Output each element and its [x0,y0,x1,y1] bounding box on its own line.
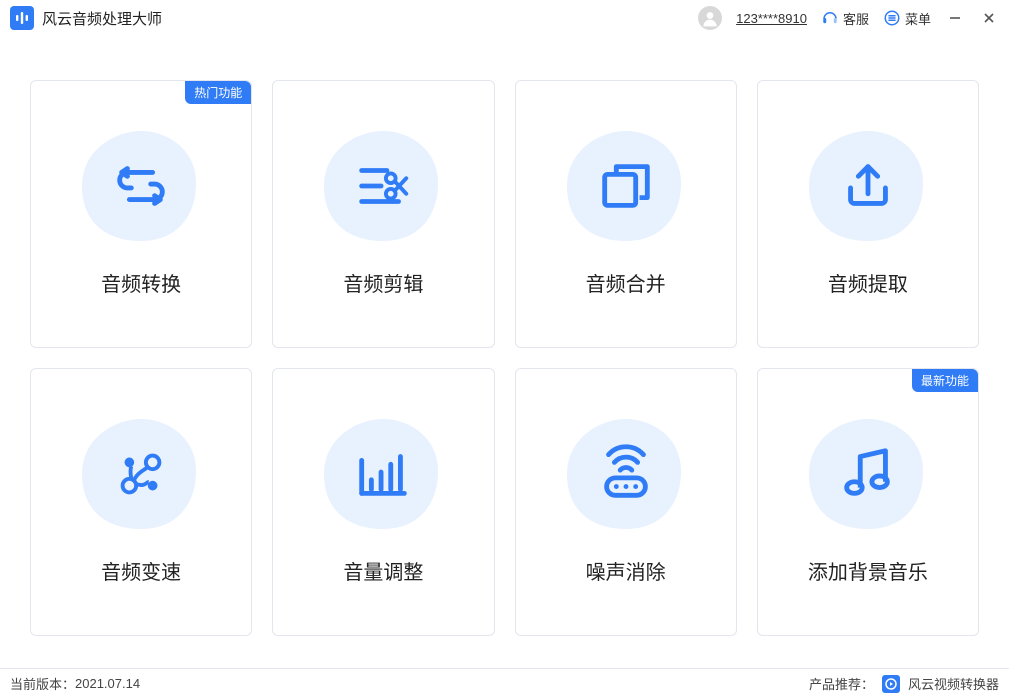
app-logo [10,6,34,30]
audio-bars-icon [14,10,30,26]
convert-icon [110,155,172,217]
card-blob [803,126,933,246]
menu-icon [883,9,901,27]
main-area: 热门功能 音频转换 [0,36,1009,656]
avatar-icon[interactable] [698,6,722,30]
card-noise-remove[interactable]: 噪声消除 [515,368,737,636]
music-icon [837,443,899,505]
feature-grid: 热门功能 音频转换 [30,80,979,636]
speed-icon [110,443,172,505]
card-label: 音频提取 [828,268,908,297]
footer: 当前版本： 2021.07.14 产品推荐： 风云视频转换器 [0,668,1009,698]
support-label: 客服 [843,9,869,28]
card-add-bgm[interactable]: 最新功能 添加背景音乐 [757,368,979,636]
card-blob [803,414,933,534]
headset-icon [821,9,839,27]
card-label: 噪声消除 [586,556,666,585]
card-audio-cut[interactable]: 音频剪辑 [272,80,494,348]
card-label: 音量调整 [343,556,423,585]
badge-hot: 热门功能 [185,81,251,104]
titlebar-right: 123****8910 客服 菜单 [698,6,999,30]
card-blob [76,126,206,246]
support-button[interactable]: 客服 [821,9,869,28]
card-audio-convert[interactable]: 热门功能 音频转换 [30,80,252,348]
close-button[interactable] [979,8,999,28]
card-volume-adjust[interactable]: 音量调整 [272,368,494,636]
extract-icon [837,155,899,217]
user-id-link[interactable]: 123****8910 [736,11,807,26]
cut-icon [352,155,414,217]
merge-icon [595,155,657,217]
card-label: 音频合并 [586,268,666,297]
card-blob [76,414,206,534]
promo-logo[interactable] [882,675,900,693]
card-blob [318,414,448,534]
version-prefix: 当前版本： [10,674,75,693]
card-label: 音频剪辑 [343,268,423,297]
card-blob [561,414,691,534]
promo-name[interactable]: 风云视频转换器 [908,674,999,693]
badge-new: 最新功能 [912,369,978,392]
video-convert-icon [885,678,897,690]
card-label: 添加背景音乐 [808,556,928,585]
card-audio-merge[interactable]: 音频合并 [515,80,737,348]
app-title: 风云音频处理大师 [42,8,162,29]
card-label: 音频转换 [101,268,181,297]
minimize-icon [948,11,962,25]
card-label: 音频变速 [101,556,181,585]
titlebar: 风云音频处理大师 123****8910 客服 菜单 [0,0,1009,36]
card-audio-extract[interactable]: 音频提取 [757,80,979,348]
card-blob [561,126,691,246]
menu-button[interactable]: 菜单 [883,9,931,28]
noise-icon [595,443,657,505]
card-blob [318,126,448,246]
volume-icon [352,443,414,505]
close-icon [982,11,996,25]
promo-prefix: 产品推荐： [809,674,874,693]
user-icon [700,8,720,28]
minimize-button[interactable] [945,8,965,28]
card-audio-speed[interactable]: 音频变速 [30,368,252,636]
menu-label: 菜单 [905,9,931,28]
version-text: 2021.07.14 [75,676,140,691]
